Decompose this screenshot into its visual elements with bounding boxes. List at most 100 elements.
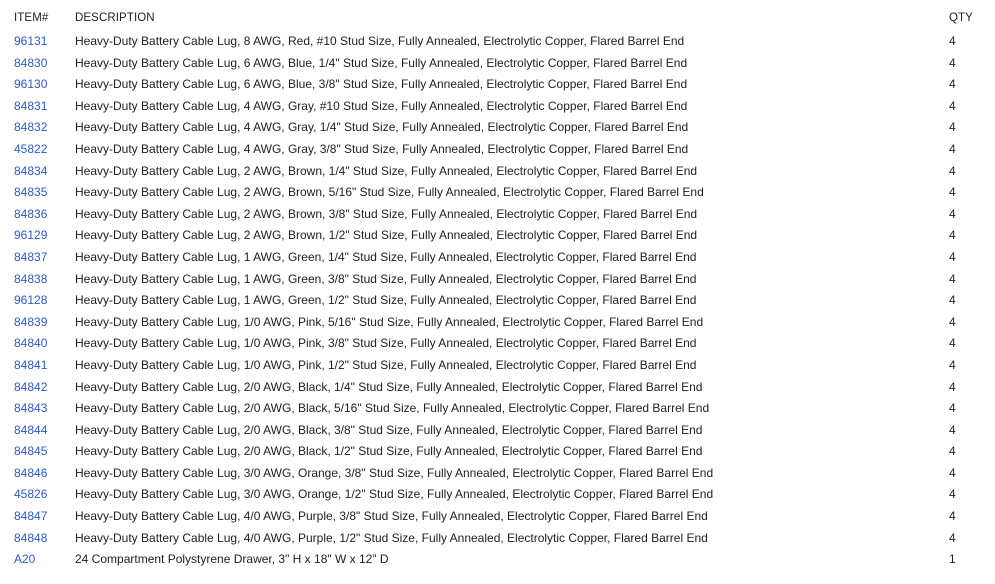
description-cell: Heavy-Duty Battery Cable Lug, 1 AWG, Gre…	[75, 271, 697, 286]
description-cell: Heavy-Duty Battery Cable Lug, 6 AWG, Blu…	[75, 55, 688, 70]
quantity-cell: 4	[949, 185, 956, 200]
table-body: 96131 Heavy-Duty Battery Cable Lug, 8 AWG…	[0, 31, 995, 571]
table-row: 84838 Heavy-Duty Battery Cable Lug, 1 AWG…	[0, 269, 995, 291]
item-number-link[interactable]: 96129	[14, 228, 47, 242]
item-number-link[interactable]: 84830	[14, 56, 47, 70]
item-number-link[interactable]: 84842	[14, 380, 47, 394]
quantity-cell: 4	[949, 141, 956, 156]
description-cell: Heavy-Duty Battery Cable Lug, 6 AWG, Blu…	[75, 77, 688, 92]
quantity-cell: 4	[949, 271, 956, 286]
item-number-link[interactable]: 84840	[14, 336, 47, 350]
item-number-link[interactable]: 84848	[14, 531, 47, 545]
table-row: 96128 Heavy-Duty Battery Cable Lug, 1 AWG…	[0, 290, 995, 312]
item-number-cell: 84841	[0, 355, 75, 377]
item-number-cell: 84836	[0, 204, 75, 226]
quantity-cell: 4	[949, 530, 956, 545]
item-number-link[interactable]: 84832	[14, 120, 47, 134]
quantity-cell: 4	[949, 444, 956, 459]
table-row: 84840 Heavy-Duty Battery Cable Lug, 1/0 A…	[0, 333, 995, 355]
description-cell: Heavy-Duty Battery Cable Lug, 4 AWG, Gra…	[75, 98, 688, 113]
description-cell: Heavy-Duty Battery Cable Lug, 2 AWG, Bro…	[75, 163, 698, 178]
table-row: 84832 Heavy-Duty Battery Cable Lug, 4 AWG…	[0, 117, 995, 139]
description-cell: Heavy-Duty Battery Cable Lug, 2/0 AWG, B…	[75, 444, 703, 459]
item-number-cell: 96130	[0, 74, 75, 96]
item-number-link[interactable]: 84841	[14, 358, 47, 372]
item-number-link[interactable]: 45826	[14, 487, 47, 501]
quantity-cell: 4	[949, 357, 956, 372]
item-number-cell: A20	[0, 549, 75, 571]
item-number-cell: 96131	[0, 31, 75, 53]
quantity-cell: 4	[949, 34, 956, 48]
table-row: 96130 Heavy-Duty Battery Cable Lug, 6 AWG…	[0, 74, 995, 96]
item-number-cell: 84839	[0, 312, 75, 334]
item-number-cell: 84835	[0, 182, 75, 204]
item-number-link[interactable]: 45822	[14, 142, 47, 156]
item-number-cell: 84845	[0, 441, 75, 463]
quantity-cell: 4	[949, 336, 956, 351]
item-number-link[interactable]: 96128	[14, 293, 47, 307]
item-number-link[interactable]: 84835	[14, 185, 47, 199]
item-number-cell: 84847	[0, 506, 75, 528]
table-row: 84830 Heavy-Duty Battery Cable Lug, 6 AWG…	[0, 53, 995, 75]
item-number-cell: 84834	[0, 161, 75, 183]
table-row: 84831 Heavy-Duty Battery Cable Lug, 4 AWG…	[0, 96, 995, 118]
description-cell: Heavy-Duty Battery Cable Lug, 4 AWG, Gra…	[75, 120, 689, 135]
item-number-cell: 84840	[0, 333, 75, 355]
quantity-cell: 4	[949, 293, 956, 308]
item-number-link[interactable]: 84836	[14, 207, 47, 221]
table-row: 84847 Heavy-Duty Battery Cable Lug, 4/0 A…	[0, 506, 995, 528]
item-number-cell: 96128	[0, 290, 75, 312]
table-row: 84839 Heavy-Duty Battery Cable Lug, 1/0 A…	[0, 312, 995, 334]
table-row: 45822 Heavy-Duty Battery Cable Lug, 4 AWG…	[0, 139, 995, 161]
table-row: 84835 Heavy-Duty Battery Cable Lug, 2 AWG…	[0, 182, 995, 204]
item-number-link[interactable]: 84834	[14, 164, 47, 178]
item-number-link[interactable]: 84839	[14, 315, 47, 329]
item-number-link[interactable]: A20	[14, 552, 35, 566]
item-number-cell: 84831	[0, 96, 75, 118]
item-number-link[interactable]: 84847	[14, 509, 47, 523]
table-row: 84836 Heavy-Duty Battery Cable Lug, 2 AWG…	[0, 204, 995, 226]
item-number-link[interactable]: 96131	[14, 34, 47, 48]
item-number-link[interactable]: 84845	[14, 444, 47, 458]
item-number-link[interactable]: 84846	[14, 466, 47, 480]
table-header-row: ITEM# DESCRIPTION QTY	[0, 9, 995, 27]
table-row: 84834 Heavy-Duty Battery Cable Lug, 2 AWG…	[0, 161, 995, 183]
quantity-cell: 4	[949, 77, 956, 92]
table-row: 45826 Heavy-Duty Battery Cable Lug, 3/0 A…	[0, 484, 995, 506]
description-cell: Heavy-Duty Battery Cable Lug, 3/0 AWG, O…	[75, 465, 714, 480]
quantity-cell: 4	[949, 98, 956, 113]
item-number-cell: 84842	[0, 377, 75, 399]
item-number-link[interactable]: 96130	[14, 77, 47, 91]
item-number-cell: 84838	[0, 269, 75, 291]
item-number-link[interactable]: 84831	[14, 99, 47, 113]
item-number-link[interactable]: 84838	[14, 272, 47, 286]
item-number-link[interactable]: 84837	[14, 250, 47, 264]
description-cell: Heavy-Duty Battery Cable Lug, 2/0 AWG, B…	[75, 422, 703, 437]
quantity-cell: 4	[949, 314, 956, 329]
item-number-cell: 84832	[0, 117, 75, 139]
description-cell: 24 Compartment Polystyrene Drawer, 3" H …	[75, 552, 389, 567]
item-number-link[interactable]: 84843	[14, 401, 47, 415]
description-cell: Heavy-Duty Battery Cable Lug, 4/0 AWG, P…	[75, 530, 708, 545]
description-cell: Heavy-Duty Battery Cable Lug, 2/0 AWG, B…	[75, 401, 710, 416]
quantity-cell: 4	[949, 422, 956, 437]
table-row: 84844 Heavy-Duty Battery Cable Lug, 2/0 A…	[0, 420, 995, 442]
table-row: 96131 Heavy-Duty Battery Cable Lug, 8 AWG…	[0, 31, 995, 53]
table-row: A20 24 Compartment Polystyrene Drawer, 3"…	[0, 549, 995, 571]
item-number-cell: 84837	[0, 247, 75, 269]
item-number-header: ITEM#	[14, 12, 49, 24]
description-cell: Heavy-Duty Battery Cable Lug, 4 AWG, Gra…	[75, 141, 689, 156]
table-row: 84841 Heavy-Duty Battery Cable Lug, 1/0 A…	[0, 355, 995, 377]
quantity-cell: 4	[949, 509, 956, 524]
item-number-cell: 45826	[0, 484, 75, 506]
item-number-link[interactable]: 84844	[14, 423, 47, 437]
table-row: 84837 Heavy-Duty Battery Cable Lug, 1 AWG…	[0, 247, 995, 269]
item-number-cell: 84848	[0, 528, 75, 550]
description-cell: Heavy-Duty Battery Cable Lug, 2 AWG, Bro…	[75, 185, 704, 200]
item-number-cell: 45822	[0, 139, 75, 161]
description-cell: Heavy-Duty Battery Cable Lug, 8 AWG, Red…	[75, 34, 685, 48]
description-cell: Heavy-Duty Battery Cable Lug, 2 AWG, Bro…	[75, 228, 698, 243]
quantity-cell: 4	[949, 120, 956, 135]
quantity-cell: 4	[949, 465, 956, 480]
parts-table: ITEM# DESCRIPTION QTY 96131 Heavy-Duty Ba…	[0, 9, 995, 571]
